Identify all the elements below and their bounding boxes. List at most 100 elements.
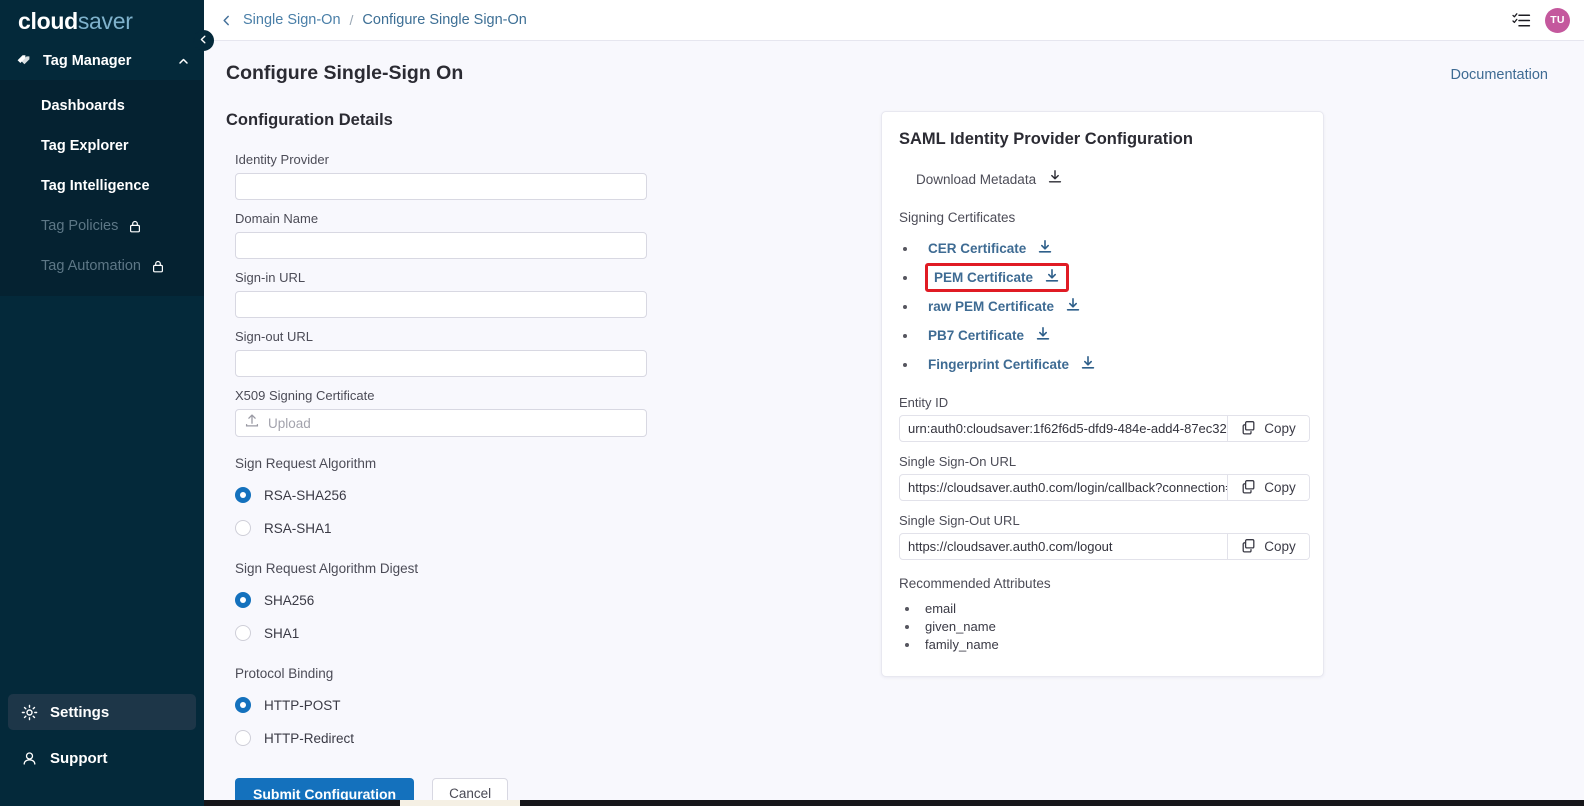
- fingerprint-certificate-link[interactable]: Fingerprint Certificate: [925, 353, 1099, 376]
- topbar: Single Sign-On / Configure Single Sign-O…: [204, 0, 1584, 41]
- field-label: Single Sign-On URL: [899, 454, 1304, 469]
- scrollbar-thumb[interactable]: [400, 800, 520, 806]
- radio-indicator[interactable]: [235, 592, 251, 608]
- download-icon: [1080, 355, 1096, 374]
- cer-certificate-link[interactable]: CER Certificate: [925, 237, 1056, 260]
- back-button[interactable]: [220, 14, 233, 27]
- signing-certificates-label: Signing Certificates: [899, 210, 1304, 225]
- raw-pem-certificate-link[interactable]: raw PEM Certificate: [925, 295, 1084, 318]
- list-item: Fingerprint Certificate: [903, 350, 1304, 379]
- copy-single-sign-on-url-button[interactable]: Copy: [1227, 475, 1309, 500]
- upload-placeholder-text: Upload: [268, 416, 311, 431]
- checklist-icon[interactable]: [1512, 12, 1531, 29]
- sidebar-item-dashboards[interactable]: Dashboards: [0, 86, 204, 126]
- recommended-attributes-label: Recommended Attributes: [899, 576, 1304, 591]
- app-root: cloudsaver Tag Manager Dashboards Tag: [0, 0, 1584, 806]
- entity-id-value[interactable]: urn:auth0:cloudsaver:1f62f6d5-dfd9-484e-…: [900, 416, 1227, 441]
- radio-option-sha1[interactable]: SHA1: [235, 619, 771, 647]
- field-sign-out-url: Sign-out URL: [226, 329, 771, 377]
- radio-indicator[interactable]: [235, 697, 251, 713]
- field-label: X509 Signing Certificate: [235, 388, 771, 403]
- gear-icon: [21, 704, 38, 721]
- copy-icon: [1241, 420, 1256, 438]
- list-item: PEM Certificate: [903, 263, 1304, 292]
- copy-single-sign-out-url-button[interactable]: Copy: [1227, 534, 1309, 559]
- list-item: PB7 Certificate: [903, 321, 1304, 350]
- sign-in-url-input[interactable]: [235, 291, 647, 318]
- single-sign-on-url-value[interactable]: https://cloudsaver.auth0.com/login/callb…: [900, 475, 1227, 500]
- breadcrumb-item-parent[interactable]: Single Sign-On: [243, 12, 341, 28]
- sidebar-group-label: Tag Manager: [43, 53, 131, 69]
- cert-label: PB7 Certificate: [928, 328, 1024, 343]
- radio-option-sha256[interactable]: SHA256: [235, 586, 771, 614]
- list-item: raw PEM Certificate: [903, 292, 1304, 321]
- upload-icon: [245, 413, 259, 433]
- user-headset-icon: [21, 750, 38, 767]
- sidebar-collapse-button[interactable]: [193, 30, 214, 51]
- radio-indicator[interactable]: [235, 730, 251, 746]
- copy-label: Copy: [1264, 539, 1296, 554]
- lock-icon: [129, 220, 141, 233]
- main-area: Single Sign-On / Configure Single Sign-O…: [204, 0, 1584, 806]
- sidebar-item-tag-explorer[interactable]: Tag Explorer: [0, 126, 204, 166]
- download-metadata-button[interactable]: Download Metadata: [899, 169, 1063, 190]
- brand-part-two: saver: [78, 8, 133, 35]
- cert-label: PEM Certificate: [934, 270, 1033, 285]
- documentation-link[interactable]: Documentation: [1450, 67, 1548, 83]
- signing-certificates-list: CER Certificate PEM Certificate: [899, 234, 1304, 379]
- brand-part-one: cloud: [18, 8, 78, 35]
- list-item: CER Certificate: [903, 234, 1304, 263]
- radio-option-rsa-sha256[interactable]: RSA-SHA256: [235, 481, 771, 509]
- radio-group-sign-request-algorithm: Sign Request Algorithm RSA-SHA256 RSA-SH…: [226, 456, 771, 542]
- radio-group-label: Sign Request Algorithm: [235, 456, 771, 471]
- page-title: Configure Single-Sign On: [226, 62, 463, 85]
- radio-option-rsa-sha1[interactable]: RSA-SHA1: [235, 514, 771, 542]
- domain-name-input[interactable]: [235, 232, 647, 259]
- download-icon: [1047, 169, 1063, 190]
- identity-provider-input[interactable]: [235, 173, 647, 200]
- sign-out-url-input[interactable]: [235, 350, 647, 377]
- download-icon: [1035, 326, 1051, 345]
- breadcrumb-item-current[interactable]: Configure Single Sign-On: [362, 12, 526, 28]
- pb7-certificate-link[interactable]: PB7 Certificate: [925, 324, 1054, 347]
- single-sign-out-url-value[interactable]: https://cloudsaver.auth0.com/logout: [900, 534, 1227, 559]
- topbar-right-actions: TU: [1512, 8, 1570, 33]
- field-label: Sign-in URL: [235, 270, 771, 285]
- sidebar-item-tag-automation: Tag Automation: [0, 246, 204, 286]
- sidebar-item-settings[interactable]: Settings: [8, 694, 196, 730]
- cert-label: Fingerprint Certificate: [928, 357, 1069, 372]
- sidebar-item-label: Tag Intelligence: [41, 178, 150, 194]
- sidebar-item-tag-intelligence[interactable]: Tag Intelligence: [0, 166, 204, 206]
- field-label: Identity Provider: [235, 152, 771, 167]
- radio-option-http-post[interactable]: HTTP-POST: [235, 691, 771, 719]
- field-label: Domain Name: [235, 211, 771, 226]
- brand-logo[interactable]: cloudsaver: [0, 0, 204, 42]
- sidebar-item-label: Tag Explorer: [41, 138, 129, 154]
- avatar[interactable]: TU: [1545, 8, 1570, 33]
- copy-icon: [1241, 538, 1256, 556]
- radio-option-http-redirect[interactable]: HTTP-Redirect: [235, 724, 771, 752]
- sidebar-item-label: Tag Automation: [41, 258, 141, 274]
- x509-upload-button[interactable]: Upload: [235, 409, 647, 437]
- radio-indicator[interactable]: [235, 520, 251, 536]
- download-icon: [1044, 268, 1060, 287]
- horizontal-scrollbar[interactable]: [204, 800, 1584, 806]
- pem-certificate-link[interactable]: PEM Certificate: [925, 263, 1069, 292]
- field-label: Entity ID: [899, 395, 1304, 410]
- recommended-attributes-list: email given_name family_name: [899, 600, 1304, 654]
- sidebar-item-support[interactable]: Support: [8, 740, 196, 776]
- chevron-left-icon: [198, 32, 209, 50]
- sidebar-bottom-label: Support: [50, 750, 108, 767]
- field-identity-provider: Identity Provider: [226, 152, 771, 200]
- sidebar: cloudsaver Tag Manager Dashboards Tag: [0, 0, 204, 806]
- cert-label: CER Certificate: [928, 241, 1026, 256]
- single-sign-on-url-copy-row: https://cloudsaver.auth0.com/login/callb…: [899, 474, 1310, 501]
- breadcrumb-separator: /: [350, 12, 354, 28]
- sidebar-group-tag-manager[interactable]: Tag Manager: [0, 42, 204, 80]
- radio-indicator[interactable]: [235, 487, 251, 503]
- sidebar-item-label: Dashboards: [41, 98, 125, 114]
- radio-indicator[interactable]: [235, 625, 251, 641]
- download-metadata-label: Download Metadata: [916, 172, 1036, 187]
- copy-entity-id-button[interactable]: Copy: [1227, 416, 1309, 441]
- radio-group-label: Protocol Binding: [235, 666, 771, 681]
